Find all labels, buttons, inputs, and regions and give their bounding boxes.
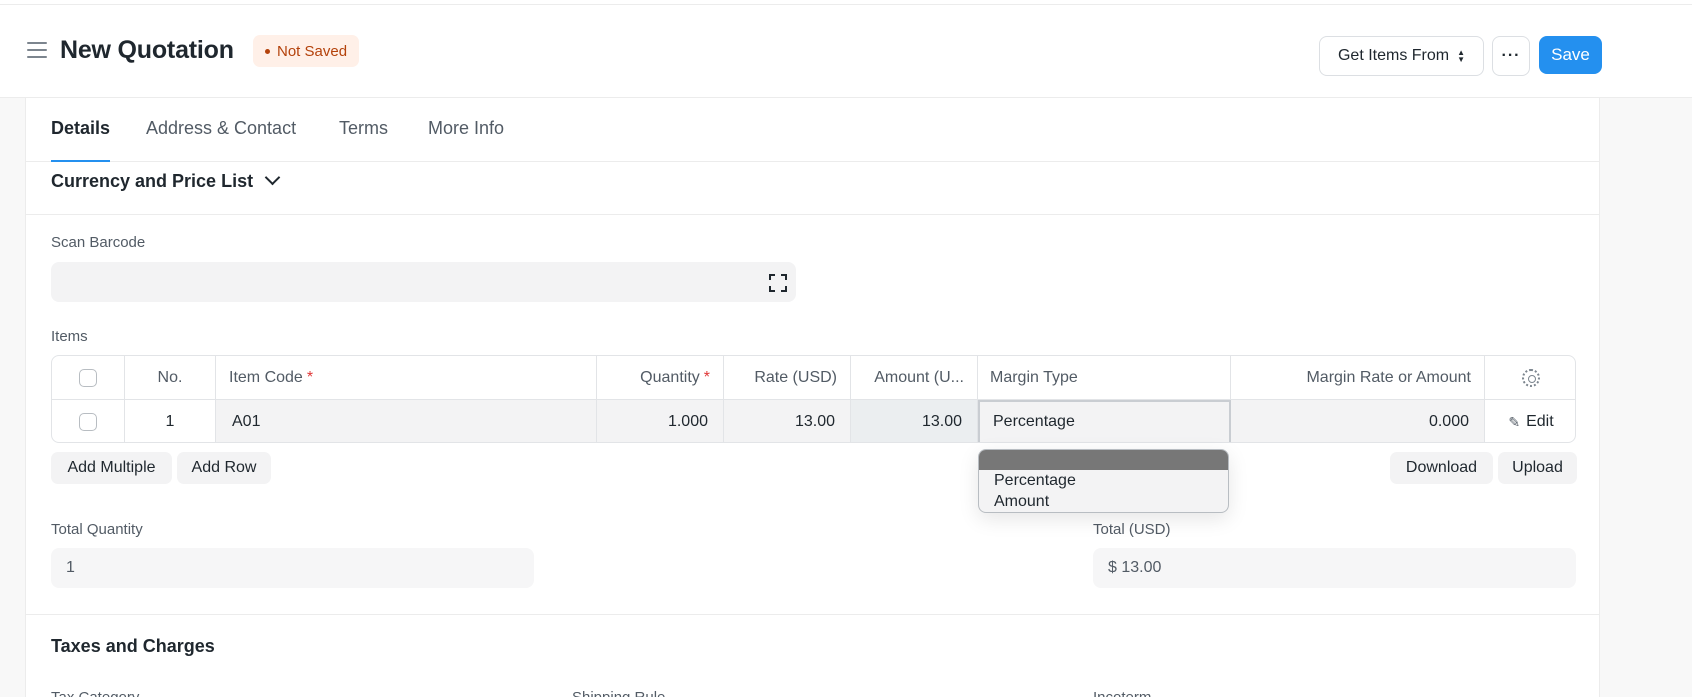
get-items-label: Get Items From bbox=[1337, 47, 1450, 64]
row-amount: 13.00 bbox=[851, 400, 978, 442]
select-all-checkbox[interactable] bbox=[79, 369, 97, 387]
required-icon: * bbox=[306, 369, 314, 386]
row-edit-label: Edit bbox=[1526, 413, 1554, 430]
tab-details[interactable]: Details bbox=[51, 118, 110, 139]
tab-terms[interactable]: Terms bbox=[339, 118, 388, 139]
gear-icon[interactable] bbox=[1522, 369, 1540, 387]
row-no: 1 bbox=[125, 400, 216, 442]
scan-barcode-input[interactable] bbox=[51, 262, 796, 302]
col-header-amount: Amount (U... bbox=[851, 356, 978, 400]
status-badge: Not Saved bbox=[253, 35, 360, 67]
col-header-quantity-label: Quantity bbox=[640, 369, 700, 386]
row-checkbox[interactable] bbox=[79, 413, 97, 431]
select-all-cell bbox=[52, 356, 125, 400]
select-arrows-icon: ▲ ▼ bbox=[1457, 48, 1466, 64]
more-actions-button[interactable]: ··· bbox=[1492, 36, 1530, 76]
col-header-margin-rate: Margin Rate or Amount bbox=[1231, 356, 1485, 400]
upload-button[interactable]: Upload bbox=[1498, 452, 1577, 484]
items-table: No. Item Code * Quantity * Rate (USD) Amou… bbox=[51, 355, 1576, 443]
status-text: Not Saved bbox=[277, 42, 348, 60]
row-margin-type-select[interactable]: Percentage bbox=[978, 400, 1231, 442]
tab-more-info[interactable]: More Info bbox=[428, 118, 504, 139]
row-margin-rate[interactable]: 0.000 bbox=[1231, 400, 1485, 442]
scan-barcode-label: Scan Barcode bbox=[51, 234, 146, 251]
table-row: 1 A01 1.000 13.00 13.00 Percentage 0.000… bbox=[52, 399, 1575, 442]
save-button[interactable]: Save bbox=[1539, 36, 1602, 74]
chevron-down-icon bbox=[264, 169, 281, 186]
total-usd-label: Total (USD) bbox=[1093, 521, 1171, 538]
col-header-quantity: Quantity * bbox=[597, 356, 724, 400]
tab-bar: Details Address & Contact Terms More Inf… bbox=[26, 98, 1599, 162]
get-items-from-button[interactable]: Get Items From ▲ ▼ bbox=[1319, 36, 1484, 76]
items-label: Items bbox=[51, 328, 88, 345]
total-quantity-field: 1 bbox=[51, 548, 534, 588]
tab-address-contact[interactable]: Address & Contact bbox=[146, 118, 296, 139]
total-quantity-label: Total Quantity bbox=[51, 521, 143, 538]
download-button[interactable]: Download bbox=[1390, 452, 1493, 484]
page-title: New Quotation bbox=[60, 36, 234, 64]
divider bbox=[26, 214, 1599, 215]
col-header-rate: Rate (USD) bbox=[724, 356, 851, 400]
dropdown-option-percentage[interactable]: Percentage bbox=[979, 470, 1228, 491]
col-header-item-code: Item Code * bbox=[216, 356, 597, 400]
status-dot-icon bbox=[265, 48, 270, 54]
total-usd-field: $ 13.00 bbox=[1093, 548, 1576, 588]
page-header: New Quotation Not Saved Get Items From ▲… bbox=[0, 5, 1692, 98]
divider bbox=[26, 614, 1599, 615]
col-header-no: No. bbox=[125, 356, 216, 400]
dropdown-header bbox=[979, 450, 1228, 470]
margin-type-dropdown[interactable]: Percentage Amount bbox=[978, 449, 1229, 513]
row-edit-button[interactable]: ✎ Edit bbox=[1485, 400, 1575, 442]
shipping-rule-label: Shipping Rule bbox=[572, 689, 665, 697]
incoterm-label: Incoterm bbox=[1093, 689, 1151, 697]
currency-price-list-section[interactable]: Currency and Price List bbox=[51, 169, 281, 192]
add-row-button[interactable]: Add Row bbox=[177, 452, 271, 484]
active-tab-indicator bbox=[51, 160, 110, 162]
column-settings-cell bbox=[1485, 356, 1575, 400]
scan-icon[interactable] bbox=[769, 274, 787, 292]
section-title: Currency and Price List bbox=[51, 171, 254, 191]
row-item-code[interactable]: A01 bbox=[216, 400, 597, 442]
tax-category-label: Tax Category bbox=[51, 689, 139, 697]
pencil-icon: ✎ bbox=[1508, 413, 1521, 430]
add-multiple-button[interactable]: Add Multiple bbox=[51, 452, 172, 484]
row-rate[interactable]: 13.00 bbox=[724, 400, 851, 442]
dropdown-option-amount[interactable]: Amount bbox=[979, 491, 1228, 512]
menu-icon[interactable] bbox=[27, 42, 47, 58]
required-icon: * bbox=[703, 369, 710, 386]
form-card: Details Address & Contact Terms More Inf… bbox=[25, 98, 1600, 697]
row-quantity[interactable]: 1.000 bbox=[597, 400, 724, 442]
taxes-charges-section[interactable]: Taxes and Charges bbox=[51, 636, 215, 657]
col-header-item-code-label: Item Code bbox=[229, 369, 303, 386]
col-header-margin-type: Margin Type bbox=[978, 356, 1231, 400]
row-select-cell bbox=[52, 400, 125, 442]
